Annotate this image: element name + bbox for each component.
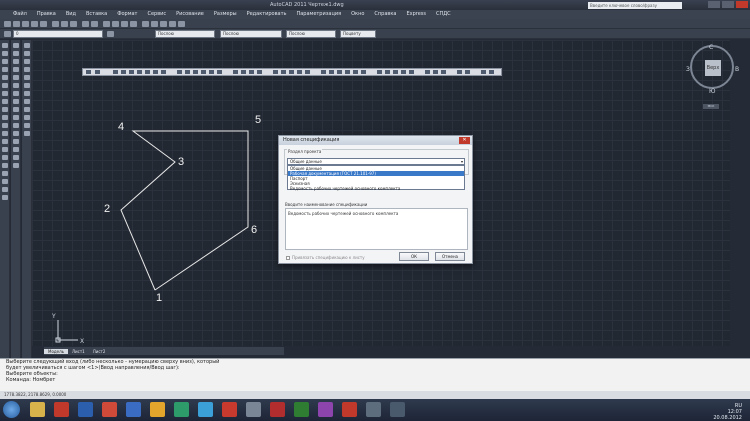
- skype-icon[interactable]: [198, 402, 213, 417]
- section-group-label: Раздел проекта: [287, 149, 323, 154]
- clock-date[interactable]: 20.08.2012: [713, 415, 742, 421]
- autocad-icon[interactable]: [342, 402, 357, 417]
- excel-icon[interactable]: [294, 402, 309, 417]
- tab-model[interactable]: Модель: [44, 348, 69, 354]
- firefox-icon[interactable]: [150, 402, 165, 417]
- checkbox-box[interactable]: [286, 256, 290, 260]
- dialog-title: Новая спецификация: [283, 137, 340, 143]
- point-label-4: 4: [118, 121, 125, 133]
- section-options-list: Общие данные Рабочая документация (ГОСТ …: [287, 165, 465, 191]
- status-bar: 1778.3822, 2178.8629, 0.0000: [0, 391, 750, 399]
- acrobat-icon[interactable]: [270, 402, 285, 417]
- compass-south[interactable]: Ю: [709, 88, 715, 95]
- spec-name-label: Вводите наименование спецификации: [285, 202, 368, 207]
- dialog-close-button[interactable]: ✕: [459, 137, 470, 144]
- tab-sheet2[interactable]: Лист2: [89, 349, 110, 354]
- cancel-button[interactable]: Отмена: [435, 252, 465, 261]
- point-label-1: 1: [156, 292, 163, 304]
- autocad-window: AutoCAD 2011 Чертеж1.dwg Введите ключево…: [0, 0, 750, 421]
- new-specification-dialog: Новая спецификация ✕ Раздел проекта Общи…: [278, 135, 473, 264]
- section-select[interactable]: Общие данные ▾: [287, 158, 465, 165]
- ucs-icon: [55, 320, 78, 343]
- dialog-title-bar: Новая спецификация ✕: [279, 136, 472, 145]
- viewcube[interactable]: Верх: [690, 45, 734, 89]
- app-icon[interactable]: [174, 402, 189, 417]
- monitor-icon[interactable]: [366, 402, 381, 417]
- compass-east[interactable]: В: [735, 66, 739, 73]
- section-select-value: Общие данные: [290, 159, 322, 164]
- point-label-3: 3: [178, 156, 185, 168]
- point-label-6: 6: [251, 224, 258, 236]
- start-button[interactable]: [3, 401, 20, 418]
- app-icon[interactable]: [246, 402, 261, 417]
- tab-sheet1[interactable]: Лист1: [68, 349, 89, 354]
- app-icon[interactable]: [390, 402, 405, 417]
- ucs-x-label: X: [80, 338, 84, 345]
- app-icon[interactable]: [126, 402, 141, 417]
- compass-north[interactable]: С: [709, 44, 713, 51]
- wcs-dropdown[interactable]: МСК: [703, 104, 719, 109]
- command-prompt[interactable]: Команда: Номбрет: [0, 377, 750, 383]
- bind-to-sheet-checkbox[interactable]: Привязать спецификацию к листу: [286, 255, 365, 260]
- point-label-2: 2: [104, 203, 111, 215]
- layout-tabs: Модель Лист1 Лист2: [44, 347, 284, 355]
- spec-name-textarea[interactable]: Ведомость рабочих чертежей основного ком…: [285, 208, 468, 250]
- app-icon[interactable]: [54, 402, 69, 417]
- viewcube-top-face[interactable]: Верх: [705, 60, 721, 76]
- coordinates-readout: 1778.3822, 2178.8629, 0.0000: [4, 392, 67, 397]
- ucs-y-label: Y: [51, 313, 56, 320]
- option-drawing-list[interactable]: Ведомость рабочих чертежей основного ком…: [288, 186, 464, 191]
- ok-button[interactable]: ОК: [399, 252, 429, 261]
- bind-to-sheet-label: Привязать спецификацию к листу: [292, 255, 365, 260]
- point-label-5: 5: [255, 114, 262, 126]
- system-tray: RU 12:07 20.08.2012: [713, 403, 742, 421]
- command-line[interactable]: Выберите следующий вход (либо несколько …: [0, 358, 750, 391]
- chevron-down-icon[interactable]: ▾: [461, 159, 463, 164]
- opera-icon[interactable]: [222, 402, 237, 417]
- explorer-icon[interactable]: [30, 402, 45, 417]
- app-icon[interactable]: [318, 402, 333, 417]
- windows-taskbar: RU 12:07 20.08.2012: [0, 399, 750, 421]
- polyline-shape[interactable]: [120, 130, 249, 291]
- yandex-icon[interactable]: [102, 402, 117, 417]
- compass-west[interactable]: З: [686, 66, 690, 73]
- word-icon[interactable]: [78, 402, 93, 417]
